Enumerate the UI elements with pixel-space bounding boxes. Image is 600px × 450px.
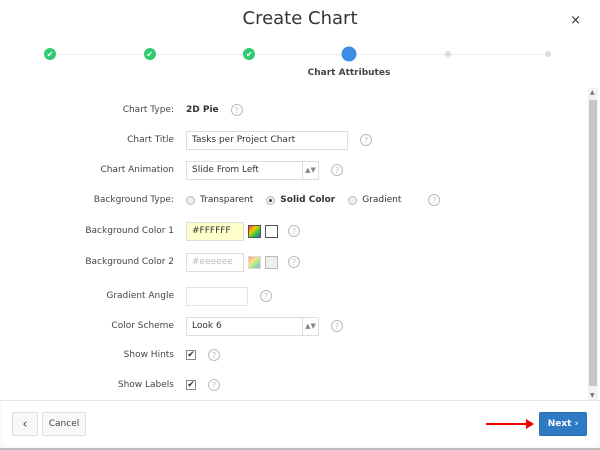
background-color-2-row: Background Color 2 #eeeeee? — [0, 252, 580, 272]
chart-animation-row: Chart Animation Slide From Left ▲▼? — [0, 160, 580, 180]
help-icon[interactable]: ? — [288, 225, 300, 237]
scrollbar[interactable]: ▲ ▼ — [588, 88, 598, 400]
chart-animation-label: Chart Animation — [100, 165, 174, 175]
help-icon[interactable]: ? — [260, 290, 272, 302]
step-3-check-icon: ✔ — [243, 48, 256, 60]
step-6-pending — [545, 51, 551, 57]
close-button[interactable]: × — [570, 13, 581, 28]
color-picker-icon[interactable] — [248, 255, 261, 269]
help-icon[interactable]: ? — [331, 320, 343, 332]
color-scheme-value: Look 6 — [192, 321, 222, 331]
back-button[interactable]: ‹ — [12, 412, 38, 436]
step-4-current — [341, 46, 357, 62]
chart-type-value: 2D Pie — [186, 105, 219, 115]
radio-gradient-label: Gradient — [362, 195, 402, 205]
current-step-label: Chart Attributes — [307, 68, 391, 78]
next-button[interactable]: Next › — [539, 412, 587, 436]
help-icon[interactable]: ? — [230, 104, 243, 116]
progress-line — [50, 54, 548, 55]
help-icon[interactable]: ? — [428, 194, 441, 206]
step-5-pending — [445, 51, 452, 57]
radio-gradient[interactable] — [348, 195, 358, 205]
step-2-check-icon: ✔ — [143, 48, 156, 60]
gradient-angle-row: Gradient Angle ? — [0, 286, 580, 306]
scroll-down-icon[interactable]: ▼ — [590, 392, 595, 399]
background-type-row: Background Type: Transparent Solid Color… — [0, 190, 580, 210]
radio-solid-color[interactable] — [266, 195, 276, 205]
show-hints-row: Show Hints ✔? — [0, 345, 580, 365]
scrollbar-thumb[interactable] — [589, 100, 597, 386]
chart-title-input[interactable]: Tasks per Project Chart — [186, 130, 348, 150]
help-icon[interactable]: ? — [288, 256, 300, 268]
show-hints-label: Show Hints — [123, 350, 174, 360]
background-color-1-row: Background Color 1 #FFFFFF? — [0, 221, 580, 241]
wizard-progress: ✔ ✔ ✔ — [44, 45, 551, 65]
dialog-footer — [0, 400, 600, 450]
radio-transparent-label: Transparent — [200, 195, 254, 205]
background-color-2-input[interactable]: #eeeeee — [186, 252, 244, 272]
show-hints-checkbox[interactable]: ✔ — [186, 350, 196, 360]
color-picker-icon[interactable] — [248, 224, 261, 238]
color-swatch — [265, 255, 278, 269]
color-scheme-select[interactable]: Look 6 ▲▼ — [186, 316, 319, 336]
show-labels-row: Show Labels ✔? — [0, 375, 580, 395]
help-icon[interactable]: ? — [331, 164, 343, 176]
chart-animation-select[interactable]: Slide From Left ▲▼ — [186, 160, 319, 180]
background-color-2-label: Background Color 2 — [85, 257, 174, 267]
scroll-up-icon[interactable]: ▲ — [590, 89, 595, 96]
background-color-1-input[interactable]: #FFFFFF — [186, 221, 244, 241]
step-1-check-icon: ✔ — [44, 48, 56, 60]
cancel-button[interactable]: Cancel — [42, 412, 86, 436]
color-swatch — [265, 224, 278, 238]
background-color-1-label: Background Color 1 — [85, 226, 174, 236]
select-arrows-icon: ▲▼ — [302, 317, 318, 335]
radio-transparent[interactable] — [186, 195, 195, 205]
gradient-angle-label: Gradient Angle — [106, 291, 174, 301]
background-type-label: Background Type: — [93, 195, 174, 205]
red-arrow-annotation — [486, 419, 534, 429]
chart-type-row: Chart Type: 2D Pie? — [0, 100, 580, 120]
color-scheme-row: Color Scheme Look 6 ▲▼? — [0, 316, 580, 336]
color-scheme-label: Color Scheme — [111, 321, 174, 331]
chart-title-row: Chart Title Tasks per Project Chart? — [0, 130, 580, 150]
dialog-title: Create Chart — [242, 8, 358, 29]
radio-solid-color-label: Solid Color — [280, 195, 336, 205]
show-labels-checkbox[interactable]: ✔ — [186, 380, 196, 390]
show-labels-label: Show Labels — [117, 380, 174, 390]
select-arrows-icon: ▲▼ — [302, 161, 318, 179]
chart-animation-value: Slide From Left — [192, 165, 259, 175]
help-icon[interactable]: ? — [208, 379, 220, 391]
gradient-angle-input[interactable] — [186, 286, 248, 306]
chart-title-label: Chart Title — [127, 135, 174, 145]
chart-type-label: Chart Type: — [122, 105, 174, 115]
help-icon[interactable]: ? — [360, 134, 372, 146]
help-icon[interactable]: ? — [208, 349, 220, 361]
